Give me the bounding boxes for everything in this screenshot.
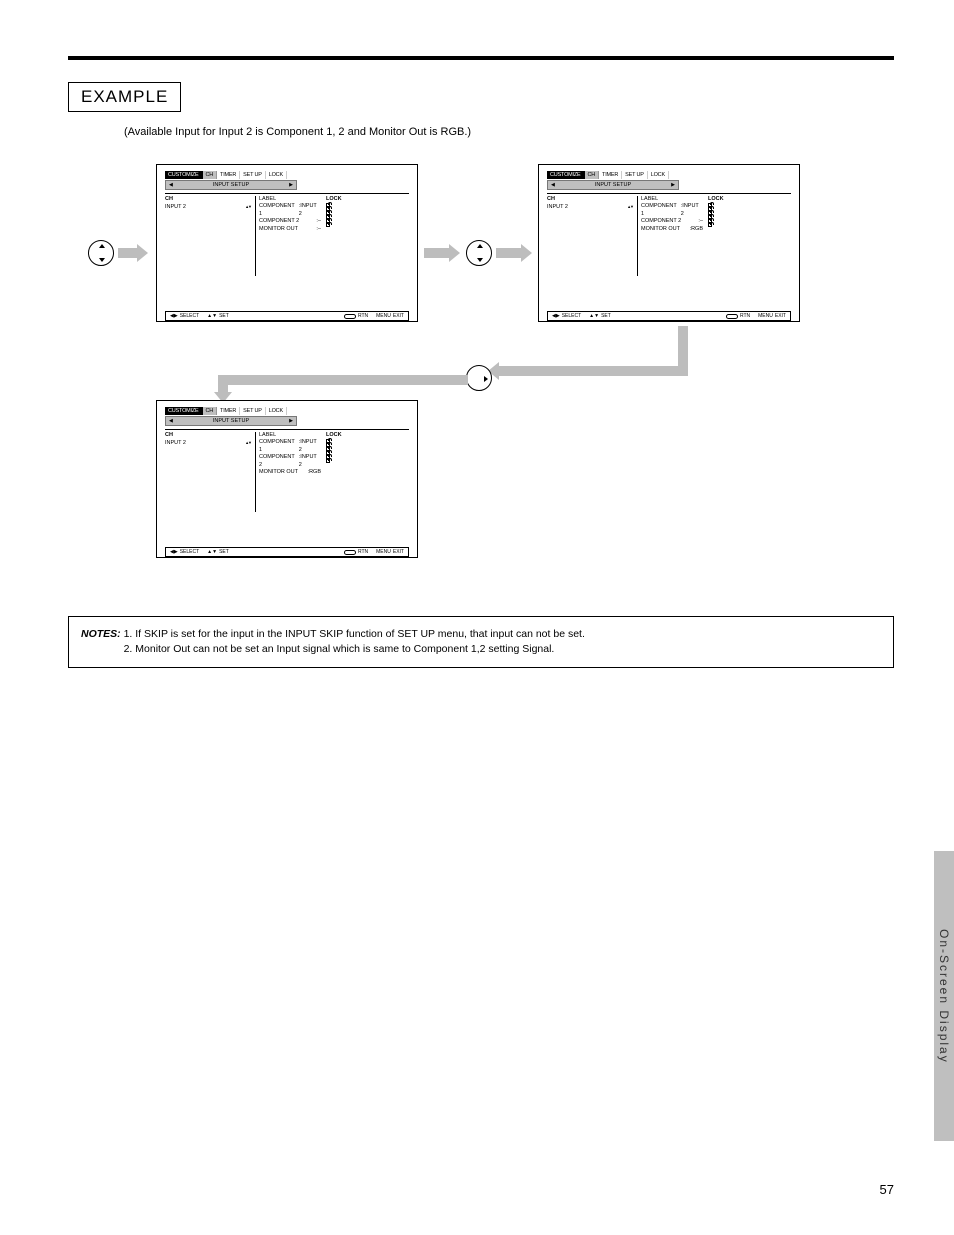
- subtab-label: INPUT SETUP: [213, 182, 249, 188]
- label-column: LABEL COMPONENT 1:INPUT 2 COMPONENT 2:– …: [255, 196, 323, 276]
- osd-screen-3: CUSTOMIZE CH TIMER SET UP LOCK ◀ INPUT S…: [156, 400, 418, 558]
- notes-lead: NOTES:: [81, 628, 121, 640]
- notes-line-2: 2. Monitor Out can not be set an Input s…: [124, 643, 555, 655]
- joypad-updown-icon: [466, 240, 492, 266]
- notes-box: NOTES: 1. If SKIP is set for the input i…: [68, 616, 894, 668]
- flow-diagram: CUSTOMIZE CH TIMER SET UP LOCK ◀ INPUT S…: [68, 160, 894, 580]
- example-label: EXAMPLE: [81, 87, 168, 106]
- arrow-icon: [118, 248, 138, 258]
- page-number: 57: [880, 1182, 894, 1197]
- side-tab: On-Screen Display: [934, 851, 954, 1141]
- joypad-right-icon: [466, 365, 492, 391]
- tab-ch: CH: [203, 171, 218, 179]
- example-description: (Available Input for Input 2 is Componen…: [124, 126, 894, 138]
- osd-screen-2: CUSTOMIZE CH TIMER SET UP LOCK ◀ INPUT S…: [538, 164, 800, 322]
- tab-setup: SET UP: [240, 171, 266, 179]
- example-label-box: EXAMPLE: [68, 82, 181, 112]
- connector-elbow: [488, 326, 688, 386]
- arrow-icon: [496, 248, 522, 258]
- osd-screen-1: CUSTOMIZE CH TIMER SET UP LOCK ◀ INPUT S…: [156, 164, 418, 322]
- tab-row: CUSTOMIZE CH TIMER SET UP LOCK: [165, 171, 417, 179]
- lock-column: LOCK: [323, 196, 409, 276]
- tab-customize: CUSTOMIZE: [165, 171, 203, 179]
- joypad-updown-icon: [88, 240, 114, 266]
- lock-icon: [326, 223, 330, 227]
- notes-line-1: 1. If SKIP is set for the input in the I…: [124, 628, 585, 640]
- arrow-icon: [424, 248, 450, 258]
- help-bar: ◀▶ SELECT ▲▼ SET RTN MENU EXIT: [165, 311, 409, 321]
- page-rule: [68, 56, 894, 60]
- tab-timer: TIMER: [217, 171, 240, 179]
- tab-lock: LOCK: [266, 171, 287, 179]
- subtab-input-setup: ◀ INPUT SETUP ▶: [165, 180, 297, 190]
- ch-column: CH INPUT 2▲▼: [165, 196, 255, 276]
